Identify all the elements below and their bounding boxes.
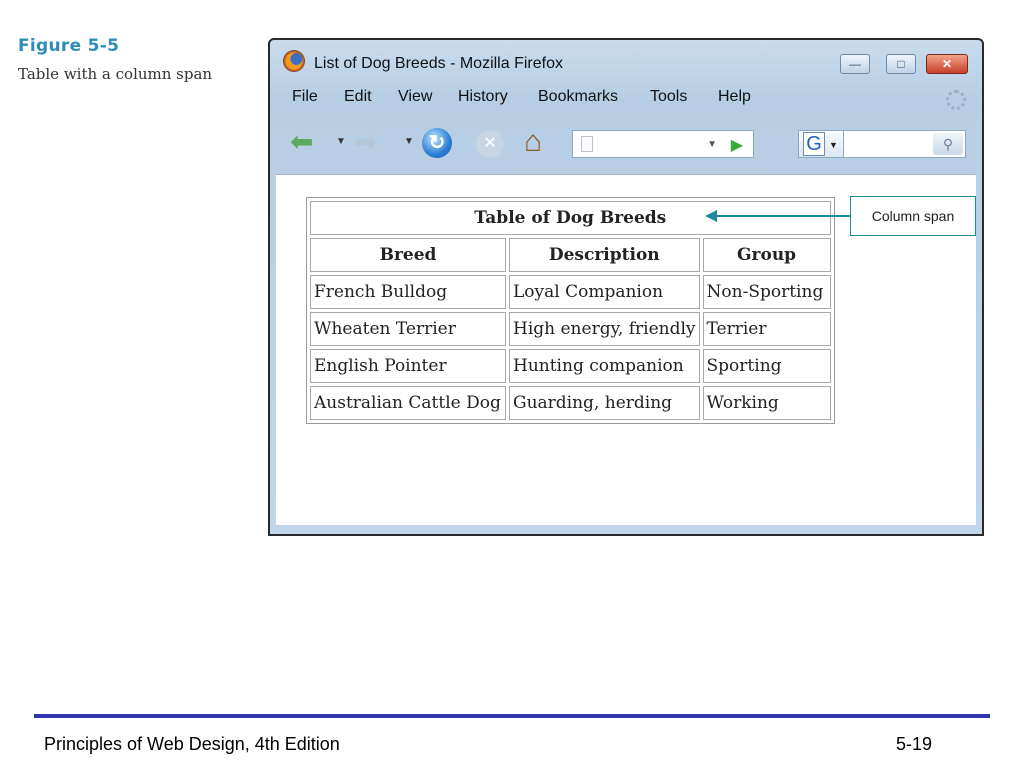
menu-edit[interactable]: Edit	[344, 88, 372, 106]
footer-page-number: 5-19	[896, 734, 933, 754]
forward-dropdown-icon[interactable]: ▼	[404, 136, 414, 147]
cell-description: High energy, friendly	[509, 312, 700, 346]
table-row: French Bulldog Loyal Companion Non-Sport…	[310, 275, 831, 309]
table-caption-row: Table of Dog Breeds	[310, 201, 831, 235]
search-engine-dropdown-icon: ▼	[829, 140, 838, 150]
menu-file[interactable]: File	[292, 88, 318, 106]
cell-breed: Australian Cattle Dog	[310, 386, 506, 420]
footer-rule	[34, 714, 990, 718]
google-logo-icon: G	[803, 132, 825, 156]
browser-window: List of Dog Breeds - Mozilla Firefox — □…	[268, 38, 984, 536]
table-caption-cell: Table of Dog Breeds	[310, 201, 831, 235]
window-title: List of Dog Breeds - Mozilla Firefox	[314, 55, 563, 72]
callout-label: Column span	[850, 196, 976, 236]
header-group: Group	[702, 238, 831, 272]
cell-group: Non-Sporting	[702, 275, 831, 309]
table-header-row: Breed Description Group	[310, 238, 831, 272]
table-row: English Pointer Hunting companion Sporti…	[310, 349, 831, 383]
url-bar[interactable]: ▼ ▶	[572, 130, 754, 158]
cell-description: Loyal Companion	[509, 275, 700, 309]
search-engine-selector[interactable]: G ▼	[798, 130, 844, 158]
menu-tools[interactable]: Tools	[650, 88, 687, 106]
menu-history[interactable]: History	[458, 88, 508, 106]
menu-bookmarks[interactable]: Bookmarks	[538, 88, 618, 106]
cell-group: Sporting	[702, 349, 831, 383]
search-icon[interactable]: ⚲	[933, 133, 963, 155]
cell-breed: French Bulldog	[310, 275, 506, 309]
firefox-logo-icon	[284, 51, 304, 71]
menu-bar: File Edit View History Bookmarks Tools H…	[270, 88, 982, 114]
title-bar: List of Dog Breeds - Mozilla Firefox — □…	[270, 40, 982, 84]
cell-group: Terrier	[702, 312, 831, 346]
header-description: Description	[509, 238, 700, 272]
search-input[interactable]: ⚲	[844, 130, 966, 158]
cell-description: Hunting companion	[509, 349, 700, 383]
callout-leader-line	[712, 215, 850, 217]
page-icon	[581, 136, 593, 152]
home-icon[interactable]: ⌂	[524, 127, 542, 157]
url-history-dropdown-icon[interactable]: ▼	[707, 139, 717, 150]
forward-arrow-icon[interactable]: ➡	[354, 128, 377, 156]
dog-breed-table: Table of Dog Breeds Breed Description Gr…	[306, 197, 835, 424]
menu-view[interactable]: View	[398, 88, 432, 106]
table-row: Australian Cattle Dog Guarding, herding …	[310, 386, 831, 420]
cell-description: Guarding, herding	[509, 386, 700, 420]
cell-group: Working	[702, 386, 831, 420]
stop-icon[interactable]: ✕	[476, 130, 504, 158]
header-breed: Breed	[310, 238, 506, 272]
back-dropdown-icon[interactable]: ▼	[336, 136, 346, 147]
menu-help[interactable]: Help	[718, 88, 751, 106]
go-icon[interactable]: ▶	[731, 135, 743, 155]
cell-breed: English Pointer	[310, 349, 506, 383]
footer-book-title: Principles of Web Design, 4th Edition	[44, 734, 340, 754]
table-row: Wheaten Terrier High energy, friendly Te…	[310, 312, 831, 346]
cell-breed: Wheaten Terrier	[310, 312, 506, 346]
minimize-button[interactable]: —	[840, 54, 870, 74]
close-button[interactable]: ✕	[926, 54, 968, 74]
navigation-toolbar: ⬅ ▼ ➡ ▼ ↻ ✕ ⌂ ▼ ▶ G ▼ ⚲	[270, 124, 982, 164]
reload-icon[interactable]: ↻	[422, 128, 452, 158]
maximize-button[interactable]: □	[886, 54, 916, 74]
figure-label: Figure 5-5	[18, 36, 120, 56]
activity-spinner-icon	[946, 90, 966, 110]
figure-caption: Table with a column span	[18, 65, 213, 83]
back-arrow-icon[interactable]: ⬅	[290, 128, 313, 156]
